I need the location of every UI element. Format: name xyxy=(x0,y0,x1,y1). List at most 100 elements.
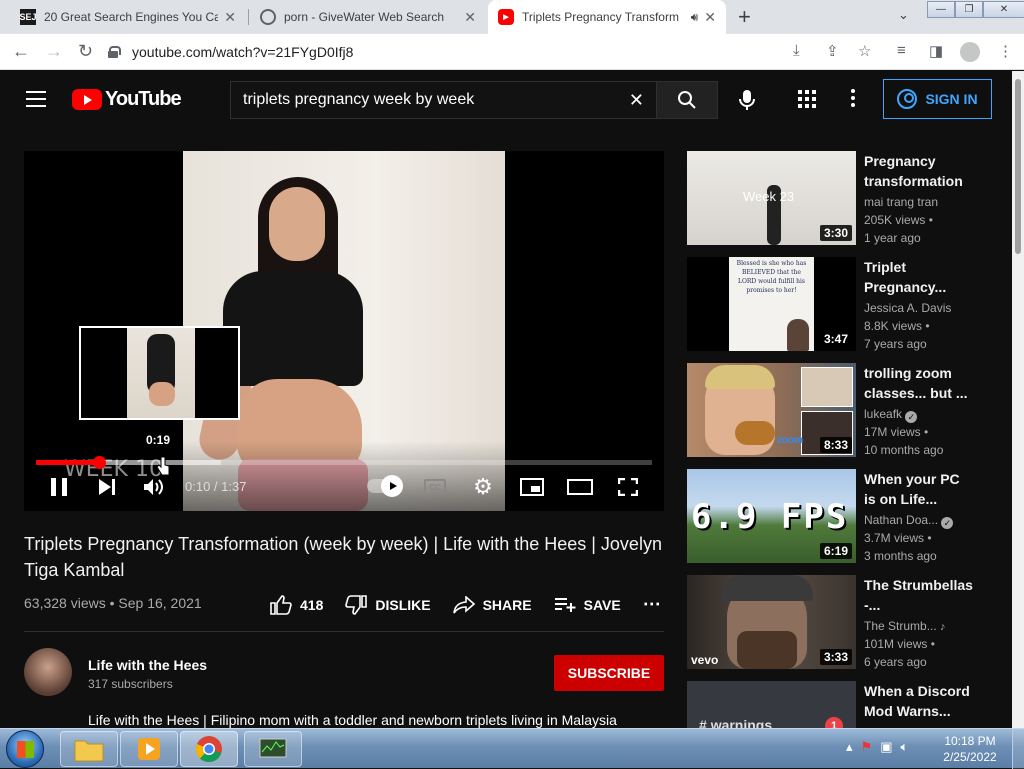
close-tab-icon[interactable]: ✕ xyxy=(704,9,716,26)
next-button[interactable] xyxy=(92,475,122,499)
action-center-flag-icon[interactable]: ⚑ xyxy=(861,739,873,755)
thumbnail-text: Week 23 xyxy=(743,189,795,204)
autoplay-toggle[interactable] xyxy=(367,475,403,497)
taskbar-network-app[interactable] xyxy=(244,731,302,767)
recommended-channel[interactable]: Jessica A. Davis xyxy=(864,301,951,315)
channel-name[interactable]: Life with the Hees xyxy=(88,657,207,673)
recommended-title[interactable]: When your PC is on Life... xyxy=(864,469,974,509)
show-hidden-icons-icon[interactable]: ▴ xyxy=(846,739,853,755)
verified-check-icon: ✓ xyxy=(941,517,954,529)
thumbnail-text-label: warnings xyxy=(710,717,773,728)
like-button[interactable]: 418 xyxy=(270,594,323,615)
recommended-channel[interactable]: Nathan Doa... ✓ xyxy=(864,513,954,529)
taskbar-chrome[interactable] xyxy=(180,731,238,767)
recommended-title[interactable]: When a Discord Mod Warns... xyxy=(864,681,974,721)
scrollbar-thumb[interactable] xyxy=(1015,79,1021,254)
speaker-icon[interactable]: 🔊︎ xyxy=(691,10,699,25)
chevron-down-icon[interactable]: ⌄ xyxy=(898,7,909,23)
clear-search-icon[interactable]: ✕ xyxy=(629,90,644,111)
thumbs-up-icon xyxy=(270,594,292,615)
profile-avatar[interactable] xyxy=(960,42,980,62)
system-clock[interactable]: 10:18 PM 2/25/2022 xyxy=(940,733,1000,765)
recommended-channel[interactable]: lukeafk ✓ xyxy=(864,407,918,423)
more-actions-icon[interactable]: ⋯ xyxy=(643,594,661,615)
settings-gear-icon[interactable]: ⚙ xyxy=(468,474,498,499)
recommended-video[interactable]: # warnings 1 When a Discord Mod Warns... xyxy=(687,681,1007,728)
settings-kebab-icon[interactable] xyxy=(851,89,855,110)
recommended-title[interactable]: Triplet Pregnancy... xyxy=(864,257,974,297)
close-tab-icon[interactable]: ✕ xyxy=(224,9,236,26)
video-thumbnail[interactable]: 6.9 FPS 6:19 xyxy=(687,469,856,563)
recommended-title[interactable]: trolling zoom classes... but ... xyxy=(864,363,974,403)
search-button[interactable] xyxy=(656,81,718,119)
video-duration: 3:33 xyxy=(819,649,852,665)
volume-tray-icon[interactable]: 🔈︎ xyxy=(900,739,908,755)
page-scrollbar[interactable] xyxy=(1012,71,1024,728)
taskbar-explorer[interactable] xyxy=(60,731,118,767)
side-panel-icon[interactable]: ◨ xyxy=(929,42,943,60)
media-controls-icon[interactable]: ≡ xyxy=(897,42,906,59)
volume-button[interactable] xyxy=(139,475,169,499)
youtube-logo[interactable]: YouTube xyxy=(72,88,182,111)
search-input[interactable]: triplets pregnancy week by week ✕ xyxy=(230,81,656,119)
minimize-button[interactable]: — xyxy=(927,1,955,18)
video-thumbnail[interactable]: Week 23 3:30 xyxy=(687,151,856,245)
channel-avatar[interactable] xyxy=(24,648,72,696)
video-player[interactable]: WEEK 10 0:19 0:10 / 1:37 CC ⚙ xyxy=(24,151,664,511)
start-button[interactable] xyxy=(6,730,44,768)
recommended-views: 3.7M views • xyxy=(864,531,932,545)
apps-grid-icon[interactable] xyxy=(798,90,816,108)
miniplayer-button[interactable] xyxy=(517,475,547,499)
progress-bar[interactable] xyxy=(36,456,652,469)
close-tab-icon[interactable]: ✕ xyxy=(464,9,476,26)
pause-button[interactable] xyxy=(44,475,74,499)
captions-button[interactable]: CC xyxy=(420,475,450,499)
recommended-video[interactable]: vevo 3:33 The Strumbellas -... The Strum… xyxy=(687,575,1007,671)
closed-captions-icon: CC xyxy=(424,479,446,495)
theater-mode-button[interactable] xyxy=(565,475,595,499)
recommended-title[interactable]: The Strumbellas -... xyxy=(864,575,974,615)
video-thumbnail[interactable]: # warnings 1 xyxy=(687,681,856,728)
maximize-button[interactable]: ❐ xyxy=(955,1,983,18)
recommended-title[interactable]: Pregnancy transformation xyxy=(864,151,974,191)
recommended-channel[interactable]: mai trang tran xyxy=(864,195,938,209)
chrome-menu-icon[interactable]: ⋮ xyxy=(998,42,1013,60)
show-desktop-button[interactable] xyxy=(1012,729,1024,769)
dislike-button[interactable]: DISLIKE xyxy=(345,594,431,615)
time-display: 0:10 / 1:37 xyxy=(185,479,247,494)
theater-mode-icon xyxy=(567,479,593,495)
taskbar-media-player[interactable] xyxy=(120,731,178,767)
hamburger-menu-icon[interactable] xyxy=(26,91,46,112)
close-window-button[interactable]: ✕ xyxy=(983,1,1024,18)
sign-in-button[interactable]: SIGN IN xyxy=(883,79,992,119)
back-arrow-icon[interactable]: ← xyxy=(12,41,30,62)
video-thumbnail[interactable]: zoom 8:33 xyxy=(687,363,856,457)
tab-givewater-search[interactable]: porn - GiveWater Web Search ✕ xyxy=(250,0,486,34)
new-tab-button[interactable]: + xyxy=(738,4,751,30)
bookmark-star-icon[interactable]: ☆ xyxy=(858,42,871,60)
share-label: SHARE xyxy=(482,596,532,613)
recommended-channel[interactable]: The Strumb... ♪ xyxy=(864,619,946,633)
recommended-video[interactable]: Week 23 3:30 Pregnancy transformation ma… xyxy=(687,151,1007,247)
thumbs-down-icon xyxy=(345,594,368,615)
forward-arrow-icon[interactable]: → xyxy=(45,41,63,62)
recommended-video[interactable]: 6.9 FPS 6:19 When your PC is on Life... … xyxy=(687,469,1007,565)
subscribe-button[interactable]: SUBSCRIBE xyxy=(554,655,664,691)
music-note-icon: ♪ xyxy=(940,621,946,633)
save-button[interactable]: SAVE xyxy=(554,597,621,613)
fullscreen-button[interactable] xyxy=(613,475,643,499)
video-title: Triplets Pregnancy Transformation (week … xyxy=(24,534,662,580)
share-button[interactable]: SHARE xyxy=(452,595,532,614)
video-thumbnail[interactable]: Blessed is she who has BELIEVED that the… xyxy=(687,257,856,351)
url-field[interactable]: youtube.com/watch?v=21FYgD0Ifj8 xyxy=(108,39,778,65)
install-icon[interactable]: ⤓ xyxy=(793,42,800,59)
voice-search-button[interactable] xyxy=(730,83,764,117)
tab-youtube-active[interactable]: ▶ Triplets Pregnancy Transform 🔊︎ ✕ xyxy=(488,0,726,34)
recommended-video[interactable]: Blessed is she who has BELIEVED that the… xyxy=(687,257,1007,353)
video-thumbnail[interactable]: vevo 3:33 xyxy=(687,575,856,669)
tab-search-engines[interactable]: SEJ 20 Great Search Engines You Can ✕ xyxy=(10,0,246,34)
recommended-video[interactable]: zoom 8:33 trolling zoom classes... but .… xyxy=(687,363,1007,459)
share-icon[interactable]: ⇪ xyxy=(826,42,839,60)
reload-icon[interactable]: ↻ xyxy=(78,41,93,62)
network-icon[interactable]: ▣ xyxy=(880,739,892,755)
